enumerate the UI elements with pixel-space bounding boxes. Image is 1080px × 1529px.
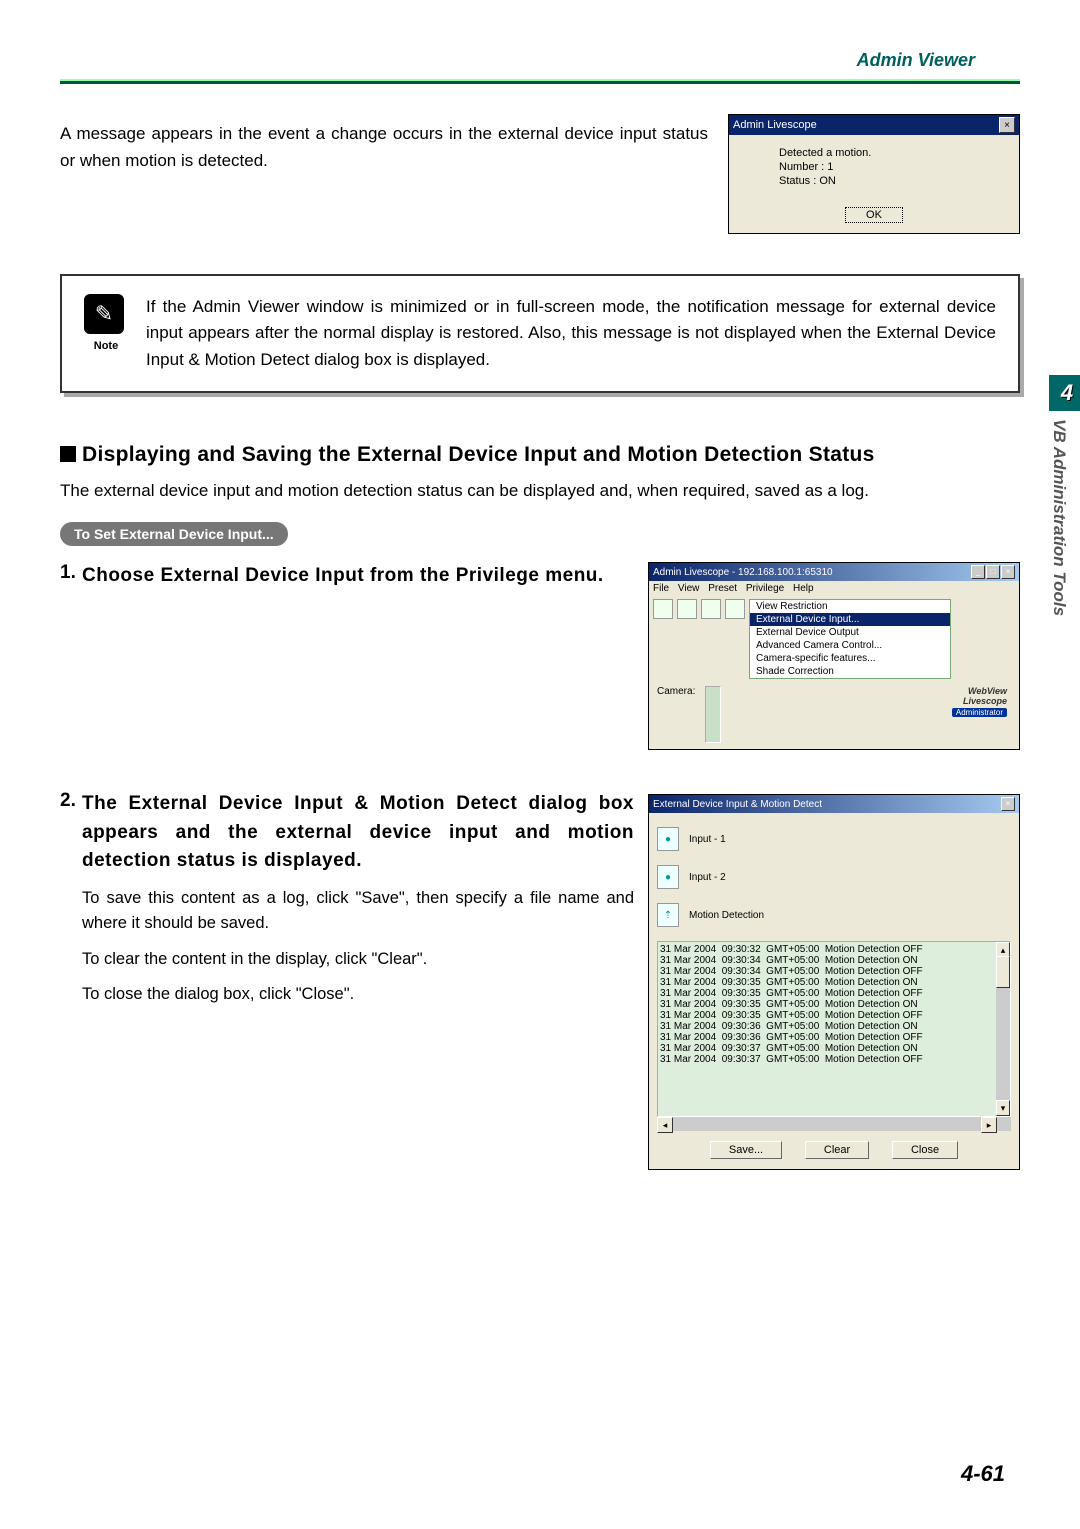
notification-dialog: Admin Livescope × Detected a motion. Num…: [728, 114, 1020, 234]
toolbar-button[interactable]: [725, 599, 745, 619]
dialog-line-1: Detected a motion.: [779, 147, 989, 159]
brand-text: Livescope: [963, 696, 1007, 706]
window-buttons[interactable]: _□×: [970, 565, 1015, 579]
input-1-row: ● Input - 1: [657, 827, 1011, 851]
step-title: The External Device Input & Motion Detec…: [82, 790, 634, 876]
scroll-thumb[interactable]: [996, 956, 1010, 988]
intro-paragraph: A message appears in the event a change …: [60, 114, 708, 234]
motion-detection-row: ⇡ Motion Detection: [657, 903, 1011, 927]
log-panel: 31 Mar 2004 09:30:32 GMT+05:00 Motion De…: [657, 941, 1011, 1117]
note-label: Note: [84, 338, 128, 355]
close-button[interactable]: Close: [892, 1141, 958, 1159]
bullet-square-icon: [60, 446, 76, 462]
menu-privilege[interactable]: Privilege: [746, 583, 784, 594]
dropdown-item[interactable]: External Device Output: [750, 626, 950, 639]
log-line: 31 Mar 2004 09:30:35 GMT+05:00 Motion De…: [660, 999, 1008, 1010]
close-icon[interactable]: ×: [999, 117, 1015, 133]
log-line: 31 Mar 2004 09:30:37 GMT+05:00 Motion De…: [660, 1043, 1008, 1054]
log-line: 31 Mar 2004 09:30:34 GMT+05:00 Motion De…: [660, 966, 1008, 977]
input-label: Input - 2: [689, 872, 726, 883]
step-number: 1.: [60, 562, 76, 584]
motion-label: Motion Detection: [689, 910, 764, 921]
toolbar-button[interactable]: [653, 599, 673, 619]
window-title: Admin Livescope - 192.168.100.1:65310: [653, 567, 833, 578]
log-line: 31 Mar 2004 09:30:36 GMT+05:00 Motion De…: [660, 1021, 1008, 1032]
dropdown-item[interactable]: Advanced Camera Control...: [750, 639, 950, 652]
admin-badge: Administrator: [952, 708, 1007, 717]
toolbar-button[interactable]: [677, 599, 697, 619]
note-icon: ✎: [84, 294, 124, 334]
input-status-icon: ●: [657, 827, 679, 851]
dialog-line-3: Status : ON: [779, 175, 989, 187]
menu-view[interactable]: View: [678, 583, 700, 594]
dialog-title: External Device Input & Motion Detect: [653, 799, 822, 810]
privilege-dropdown[interactable]: View Restriction External Device Input..…: [749, 599, 951, 679]
dropdown-item[interactable]: Shade Correction: [750, 665, 950, 678]
page-number: 4-61: [961, 1461, 1005, 1487]
step-number: 2.: [60, 790, 76, 812]
scroll-right-icon[interactable]: ▸: [981, 1117, 997, 1133]
note-box: ✎ Note If the Admin Viewer window is min…: [60, 274, 1020, 393]
dropdown-item-selected[interactable]: External Device Input...: [750, 613, 950, 626]
step-body-text: To save this content as a log, click "Sa…: [82, 886, 634, 937]
log-line: 31 Mar 2004 09:30:35 GMT+05:00 Motion De…: [660, 1010, 1008, 1021]
log-line: 31 Mar 2004 09:30:35 GMT+05:00 Motion De…: [660, 988, 1008, 999]
dialog-line-2: Number : 1: [779, 161, 989, 173]
save-button[interactable]: Save...: [710, 1141, 782, 1159]
dropdown-item[interactable]: View Restriction: [750, 600, 950, 613]
side-tab: 4 VB Administration Tools: [1049, 375, 1080, 895]
input-status-icon: ●: [657, 865, 679, 889]
scrollbar-horizontal[interactable]: ◂ ▸: [657, 1117, 1011, 1131]
scroll-left-icon[interactable]: ◂: [657, 1117, 673, 1133]
dialog-title: Admin Livescope: [733, 119, 817, 131]
privilege-menu-screenshot: Admin Livescope - 192.168.100.1:65310 _□…: [648, 562, 1020, 750]
step-title: Choose External Device Input from the Pr…: [82, 562, 634, 591]
input-label: Input - 1: [689, 834, 726, 845]
camera-label: Camera:: [657, 686, 695, 697]
motion-icon: ⇡: [657, 903, 679, 927]
brand-text: WebView: [968, 686, 1007, 696]
ok-button[interactable]: OK: [845, 207, 903, 223]
page-header: Admin Viewer: [60, 50, 1020, 71]
log-line: 31 Mar 2004 09:30:32 GMT+05:00 Motion De…: [660, 944, 1008, 955]
scroll-down-icon[interactable]: ▾: [996, 1100, 1010, 1116]
step-body-text: To close the dialog box, click "Close".: [82, 982, 634, 1008]
procedure-pill: To Set External Device Input...: [60, 522, 288, 546]
toolbar-button[interactable]: [701, 599, 721, 619]
menu-help[interactable]: Help: [793, 583, 814, 594]
note-text: If the Admin Viewer window is minimized …: [146, 294, 996, 373]
log-line: 31 Mar 2004 09:30:36 GMT+05:00 Motion De…: [660, 1032, 1008, 1043]
log-line: 31 Mar 2004 09:30:37 GMT+05:00 Motion De…: [660, 1054, 1008, 1065]
scrollbar-vertical[interactable]: ▴ ▾: [996, 942, 1010, 1116]
section-heading-text: Displaying and Saving the External Devic…: [82, 443, 875, 466]
menu-preset[interactable]: Preset: [708, 583, 737, 594]
input-2-row: ● Input - 2: [657, 865, 1011, 889]
log-line: 31 Mar 2004 09:30:35 GMT+05:00 Motion De…: [660, 977, 1008, 988]
menu-bar[interactable]: File View Preset Privilege Help: [649, 581, 1019, 596]
section-paragraph: The external device input and motion det…: [60, 477, 1020, 504]
close-icon[interactable]: ×: [1000, 797, 1015, 811]
clear-button[interactable]: Clear: [805, 1141, 869, 1159]
section-heading: Displaying and Saving the External Devic…: [60, 443, 1020, 467]
chapter-number: 4: [1049, 375, 1080, 411]
external-device-dialog-screenshot: External Device Input & Motion Detect × …: [648, 794, 1020, 1170]
chapter-label: VB Administration Tools: [1049, 411, 1069, 889]
menu-file[interactable]: File: [653, 583, 669, 594]
log-line: 31 Mar 2004 09:30:34 GMT+05:00 Motion De…: [660, 955, 1008, 966]
step-body-text: To clear the content in the display, cli…: [82, 947, 634, 973]
dropdown-item[interactable]: Camera-specific features...: [750, 652, 950, 665]
